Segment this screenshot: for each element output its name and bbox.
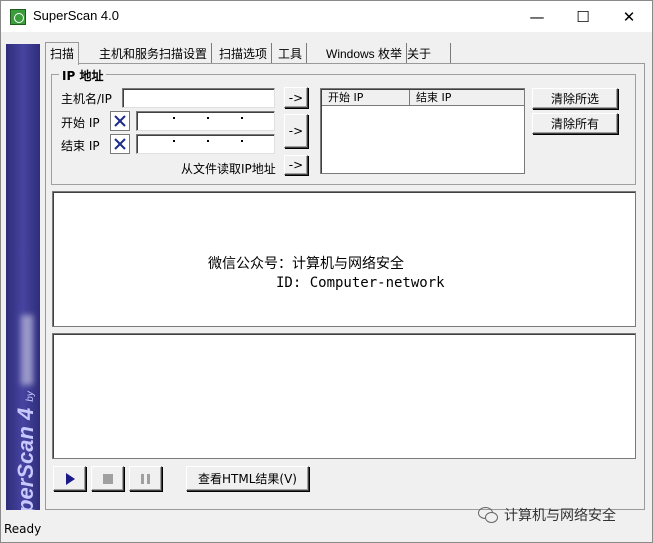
window-title: SuperScan 4.0 xyxy=(33,8,120,23)
tab-scan-options[interactable]: 扫描选项 xyxy=(215,43,273,64)
hostname-label: 主机名/IP xyxy=(61,92,112,106)
minimize-button[interactable]: — xyxy=(514,1,560,32)
start-ip-label: 开始 IP xyxy=(61,116,100,130)
clear-x-icon xyxy=(114,138,126,150)
tab-windows-enum[interactable]: Windows 枚举 xyxy=(322,43,408,64)
blurred-author xyxy=(21,315,34,386)
wechat-account-text: 微信公众号：计算机与网络安全 xyxy=(208,256,404,272)
add-ip-range-button[interactable]: -> xyxy=(284,114,308,148)
status-text: Ready xyxy=(4,522,42,536)
brand-by: by xyxy=(25,391,36,402)
watermark: 计算机与网络安全 xyxy=(478,504,616,526)
view-html-results-button[interactable]: 查看HTML结果(V) xyxy=(186,466,309,491)
tab-host-service-settings[interactable]: 主机和服务扫描设置 xyxy=(95,43,213,64)
tab-scan[interactable]: 扫描 xyxy=(45,42,80,65)
clear-start-ip-button[interactable] xyxy=(110,111,130,131)
start-scan-button[interactable] xyxy=(53,466,86,491)
end-ip-input[interactable] xyxy=(136,134,275,154)
read-from-file-label: 从文件读取IP地址 xyxy=(181,162,276,176)
add-hostname-button[interactable]: -> xyxy=(284,87,308,108)
end-ip-label: 结束 IP xyxy=(61,139,100,153)
clear-all-button[interactable]: 清除所有 xyxy=(532,113,618,134)
hostname-input[interactable] xyxy=(122,88,275,108)
stop-scan-button[interactable] xyxy=(91,466,124,491)
maximize-button[interactable]: ☐ xyxy=(560,1,606,32)
ip-range-list[interactable]: 开始 IP 结束 IP xyxy=(320,88,525,174)
sidebar-brand-text: SuperScan 4 by xyxy=(9,181,40,510)
clear-end-ip-button[interactable] xyxy=(110,134,130,154)
start-ip-input[interactable] xyxy=(136,111,275,131)
watermark-text: 计算机与网络安全 xyxy=(504,508,616,524)
pause-scan-button[interactable] xyxy=(129,466,162,491)
superscan-window: SuperScan 4.0 — ☐ ✕ SuperScan 4 by 扫描 主机和… xyxy=(0,0,653,543)
ip-group-title: IP 地址 xyxy=(59,67,107,84)
column-start-ip[interactable]: 开始 IP xyxy=(322,90,410,106)
clear-x-icon xyxy=(114,115,126,127)
play-icon xyxy=(65,472,75,485)
brand-name: SuperScan 4 xyxy=(13,407,38,510)
clear-selected-button[interactable]: 清除所选 xyxy=(532,88,618,109)
scan-log-panel[interactable] xyxy=(52,333,636,459)
column-end-ip[interactable]: 结束 IP xyxy=(410,90,524,106)
close-button[interactable]: ✕ xyxy=(606,1,652,32)
wechat-id-text: ID: Computer-network xyxy=(276,275,445,291)
pause-icon xyxy=(140,473,150,484)
title-bar: SuperScan 4.0 — ☐ ✕ xyxy=(1,1,652,32)
read-from-file-button[interactable]: -> xyxy=(284,155,308,175)
tab-tools[interactable]: 工具 xyxy=(274,43,308,64)
wechat-icon xyxy=(478,507,498,523)
brand-sidebar: SuperScan 4 by xyxy=(6,44,40,510)
superscan-app-icon xyxy=(10,9,26,25)
stop-icon xyxy=(102,473,113,484)
tab-about[interactable]: 关于 xyxy=(403,43,451,64)
